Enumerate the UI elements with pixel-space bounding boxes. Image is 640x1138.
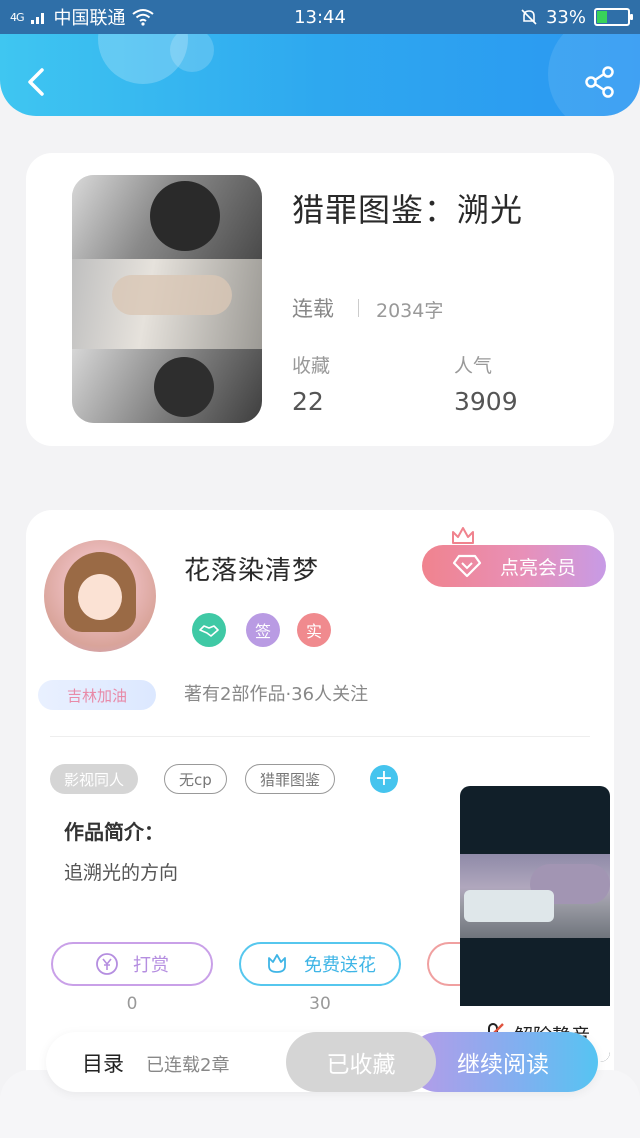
share-icon[interactable]: [582, 64, 618, 100]
carrier-name: 中国联通: [53, 8, 126, 29]
back-button[interactable]: [22, 64, 52, 100]
author-avatar[interactable]: [44, 540, 156, 652]
region-badge: 吉林加油: [38, 680, 156, 710]
author-meta: 著有2部作品·36人关注: [184, 684, 369, 705]
vip-button[interactable]: 点亮会员: [422, 545, 606, 587]
intro-text: 追溯光的方向: [64, 862, 179, 884]
flower-count: 30: [309, 994, 331, 1014]
tag-item[interactable]: 猎罪图鉴: [245, 764, 336, 794]
author-name[interactable]: 花落染清梦: [184, 550, 319, 587]
divider: [50, 736, 590, 737]
signed-badge[interactable]: 签: [246, 613, 280, 647]
diamond-icon: [452, 554, 482, 578]
book-status: 连载: [292, 297, 334, 321]
chapter-count: 已连载2章: [146, 1055, 230, 1076]
favorites-label: 收藏: [292, 355, 331, 377]
handshake-badge-icon[interactable]: [192, 613, 226, 647]
floating-video[interactable]: 解除静音: [460, 786, 610, 1062]
flower-label: 免费送花: [304, 955, 376, 976]
add-tag-button[interactable]: +: [370, 765, 398, 793]
tag-item[interactable]: 无cp: [164, 764, 227, 794]
battery-percent: 33%: [545, 6, 586, 28]
intro-title: 作品简介：: [64, 820, 164, 844]
popularity-value: 3909: [454, 387, 518, 416]
popularity-label: 人气: [454, 355, 493, 377]
verified-badge[interactable]: 实: [297, 613, 331, 647]
favorites-value: 22: [292, 387, 324, 416]
book-info-card: 猎罪图鉴：溯光 连载 2034字 收藏 22 人气 3909: [26, 153, 614, 446]
divider: [358, 299, 359, 317]
flower-icon: [268, 954, 286, 973]
tip-button[interactable]: 打赏: [51, 942, 213, 986]
continue-reading-button[interactable]: 继续阅读: [408, 1032, 598, 1092]
video-frame: [460, 854, 610, 938]
collected-button[interactable]: 已收藏: [286, 1032, 436, 1092]
toc-button[interactable]: 目录: [82, 1048, 124, 1078]
book-cover[interactable]: [72, 175, 262, 423]
vip-label: 点亮会员: [500, 556, 577, 579]
network-type: 4G: [10, 10, 24, 24]
battery-icon: [594, 8, 633, 26]
crown-icon: [452, 527, 474, 544]
send-flower-button[interactable]: 免费送花: [239, 942, 401, 986]
status-bar: 4G 中国联通 13:44 33%: [0, 0, 640, 34]
mute-bell-icon: [521, 9, 537, 25]
book-title: 猎罪图鉴：溯光: [292, 191, 524, 229]
tip-count: 0: [126, 994, 138, 1014]
header: [0, 34, 640, 116]
bottom-action-bar: 目录 已连载2章 继续阅读 已收藏: [46, 1032, 598, 1092]
yen-icon: [96, 953, 118, 975]
tag-item[interactable]: 影视同人: [50, 764, 139, 794]
decor-bubble: [170, 34, 214, 72]
tip-label: 打赏: [133, 955, 169, 976]
word-count: 2034字: [376, 300, 444, 322]
wifi-icon: [131, 9, 154, 26]
signal-icon: [30, 13, 44, 24]
